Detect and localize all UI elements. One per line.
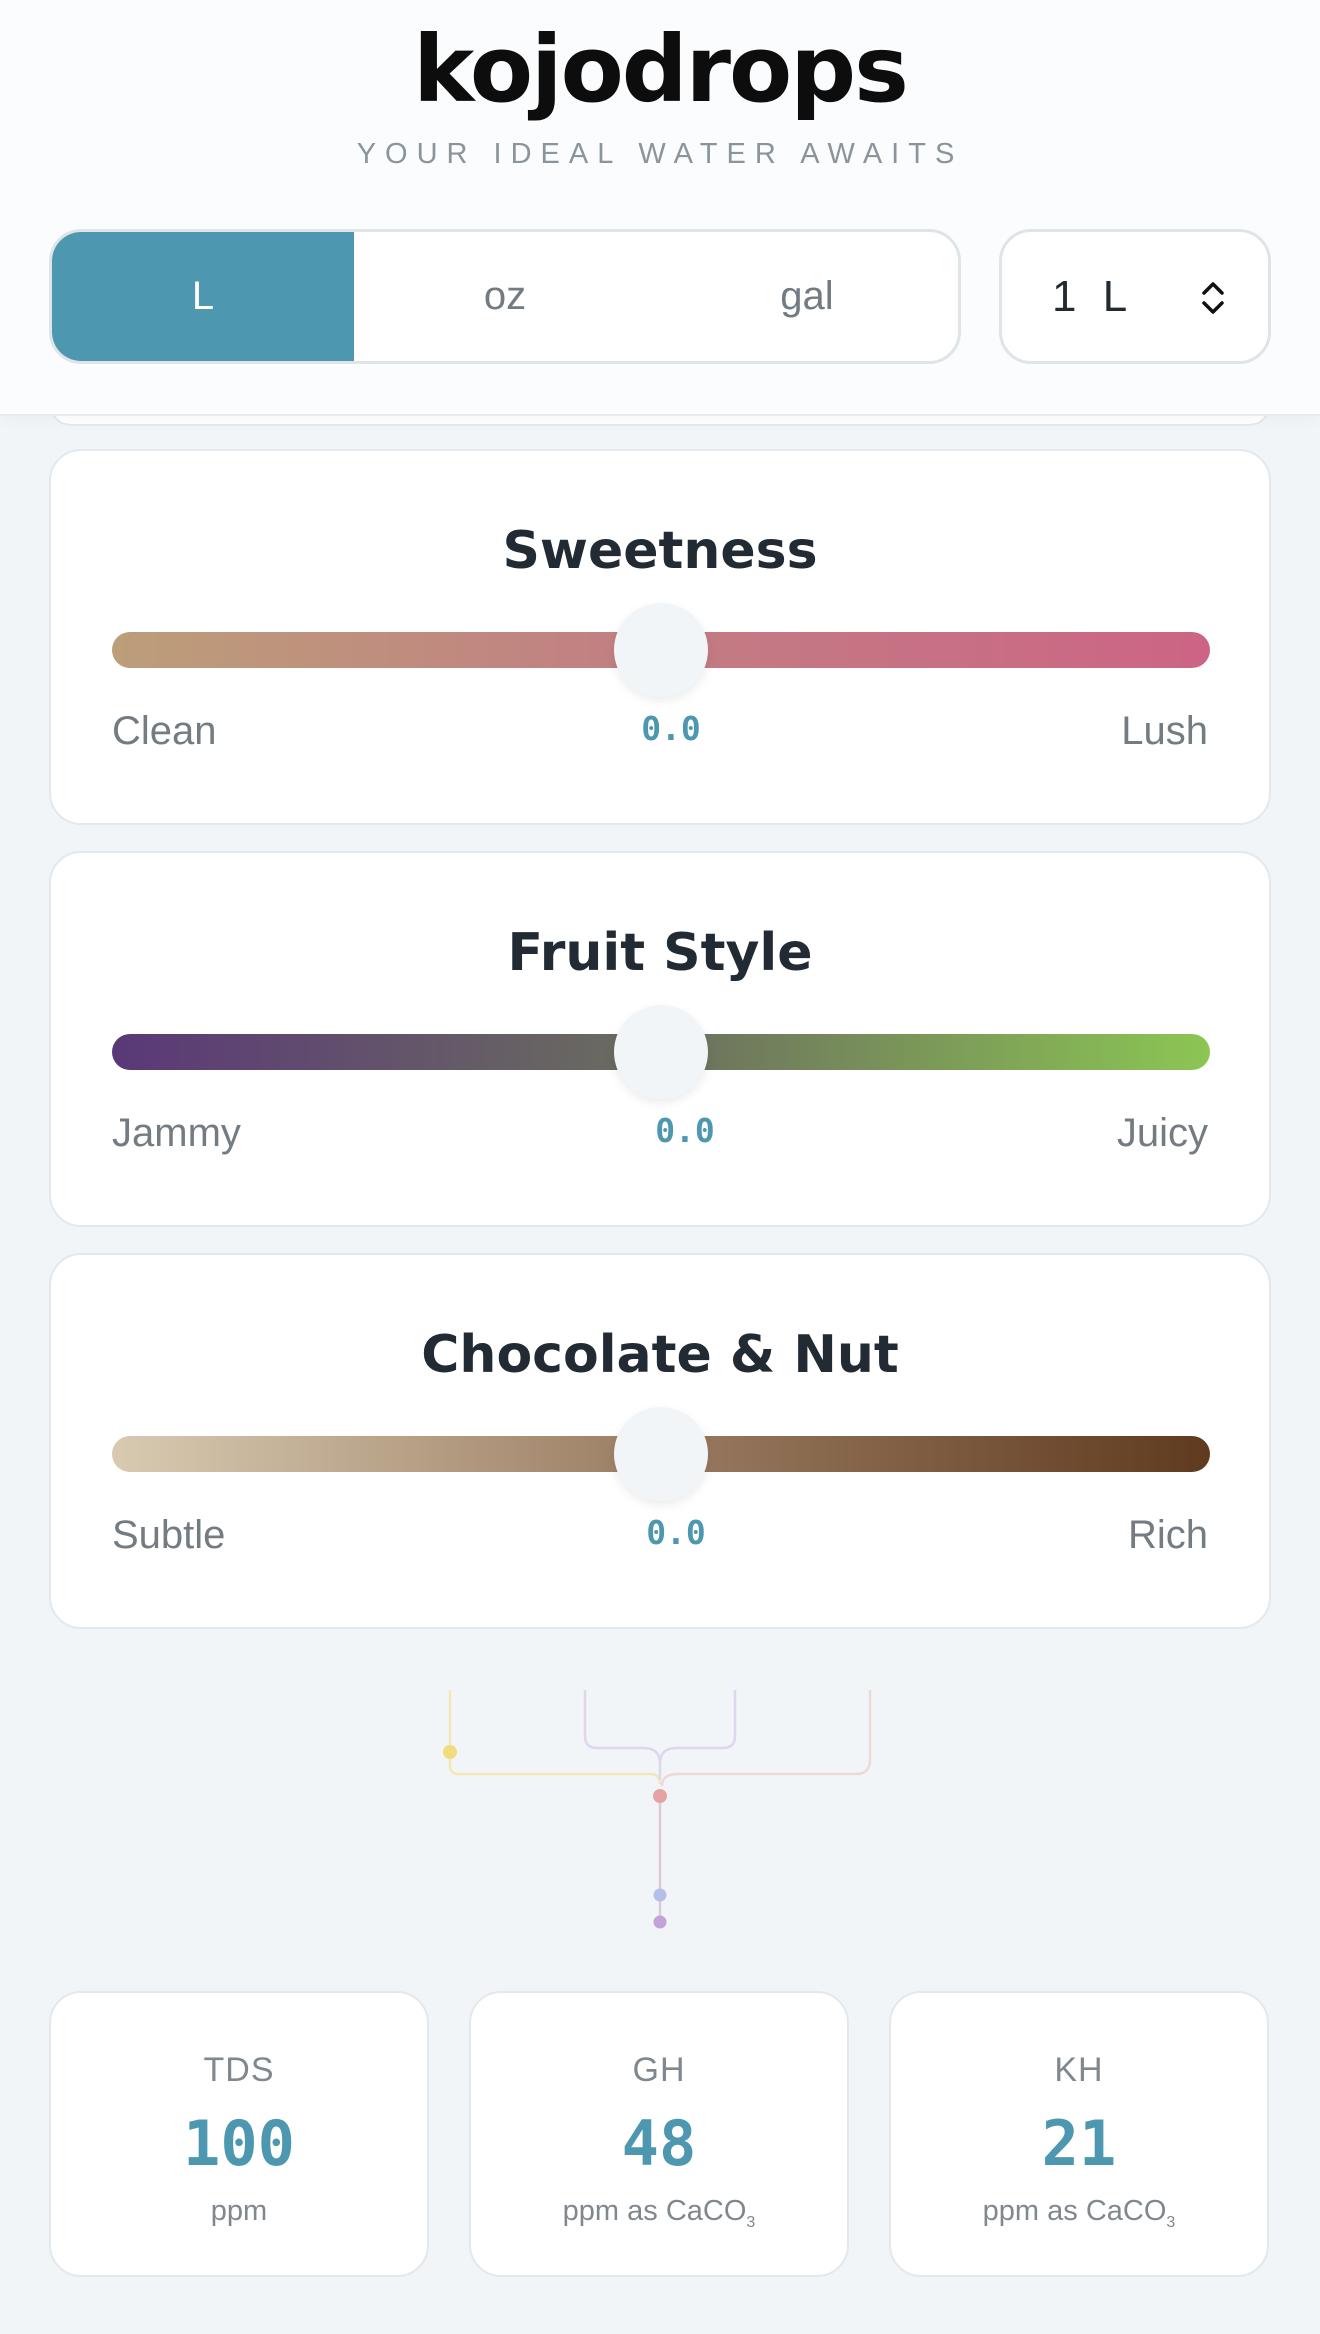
stat-unit-subscript: 3 — [1166, 2213, 1176, 2231]
slider-card-sweetness: Sweetness Clean 0.0 Lush — [49, 449, 1271, 825]
volume-select[interactable]: 1 L — [999, 229, 1271, 364]
unit-toggle: L oz gal — [49, 229, 961, 364]
slider-value: 0.0 — [641, 709, 701, 748]
slider-max-label: Rich — [1127, 1513, 1208, 1557]
chevron-updown-icon — [1202, 282, 1224, 314]
app-header: kojodrops YOUR IDEAL WATER AWAITS L oz g… — [0, 0, 1320, 416]
slider-title: Sweetness — [502, 521, 818, 581]
unit-option-gallons[interactable]: gal — [656, 232, 958, 361]
diagram-dot — [653, 1789, 667, 1803]
slider-thumb[interactable] — [614, 1407, 708, 1501]
slider-card-chocolate-nut: Chocolate & Nut Subtle 0.0 Rich — [49, 1253, 1271, 1629]
slider-min-label: Jammy — [112, 1111, 241, 1155]
stat-value: 21 — [1041, 2107, 1117, 2180]
slider-value: 0.0 — [646, 1513, 706, 1552]
volume-value: 1 L — [1052, 272, 1128, 321]
diagram-dot — [653, 1915, 667, 1929]
slider-title: Fruit Style — [507, 923, 813, 983]
stat-label: GH — [632, 2051, 686, 2089]
slider-max-label: Lush — [1121, 709, 1208, 753]
slider-max-label: Juicy — [1116, 1111, 1208, 1155]
stat-unit: ppm as CaCO3 — [471, 2195, 847, 2232]
brand-tagline: YOUR IDEAL WATER AWAITS — [356, 138, 964, 170]
stat-unit-subscript: 3 — [746, 2213, 756, 2231]
slider-min-label: Clean — [112, 709, 217, 753]
stat-card-gh: GH 48 ppm as CaCO3 — [469, 1991, 849, 2277]
diagram-line — [583, 1690, 662, 1780]
stat-unit-text: ppm as CaCO — [562, 2195, 747, 2227]
stat-card-kh: KH 21 ppm as CaCO3 — [889, 1991, 1269, 2277]
diagram-dot — [653, 1888, 667, 1902]
unit-option-ounces[interactable]: oz — [354, 232, 656, 361]
stat-unit-text: ppm — [210, 2195, 268, 2227]
slider-value: 0.0 — [655, 1111, 715, 1150]
diagram-line — [660, 1690, 872, 1787]
slider-thumb[interactable] — [614, 603, 708, 697]
stat-card-tds: TDS 100 ppm — [49, 1991, 429, 2277]
diagram-line — [448, 1765, 662, 1785]
stat-value: 100 — [183, 2107, 295, 2180]
slider-card-fruit-style: Fruit Style Jammy 0.0 Juicy — [49, 851, 1271, 1227]
slider-title: Chocolate & Nut — [421, 1325, 899, 1385]
drop-mix-diagram — [443, 1690, 872, 1929]
brand-logo: kojodrops — [413, 16, 909, 123]
unit-option-liters[interactable]: L — [52, 232, 354, 361]
slider-min-label: Subtle — [112, 1513, 226, 1557]
slider-thumb[interactable] — [614, 1005, 708, 1099]
stat-value: 48 — [621, 2107, 697, 2180]
stat-unit: ppm — [51, 2195, 427, 2228]
stat-unit: ppm as CaCO3 — [891, 2195, 1267, 2232]
stat-label: KH — [1054, 2051, 1104, 2089]
diagram-dot — [443, 1745, 457, 1759]
diagram-line — [658, 1690, 737, 1765]
stat-label: TDS — [203, 2051, 275, 2089]
stat-unit-text: ppm as CaCO — [982, 2195, 1167, 2227]
